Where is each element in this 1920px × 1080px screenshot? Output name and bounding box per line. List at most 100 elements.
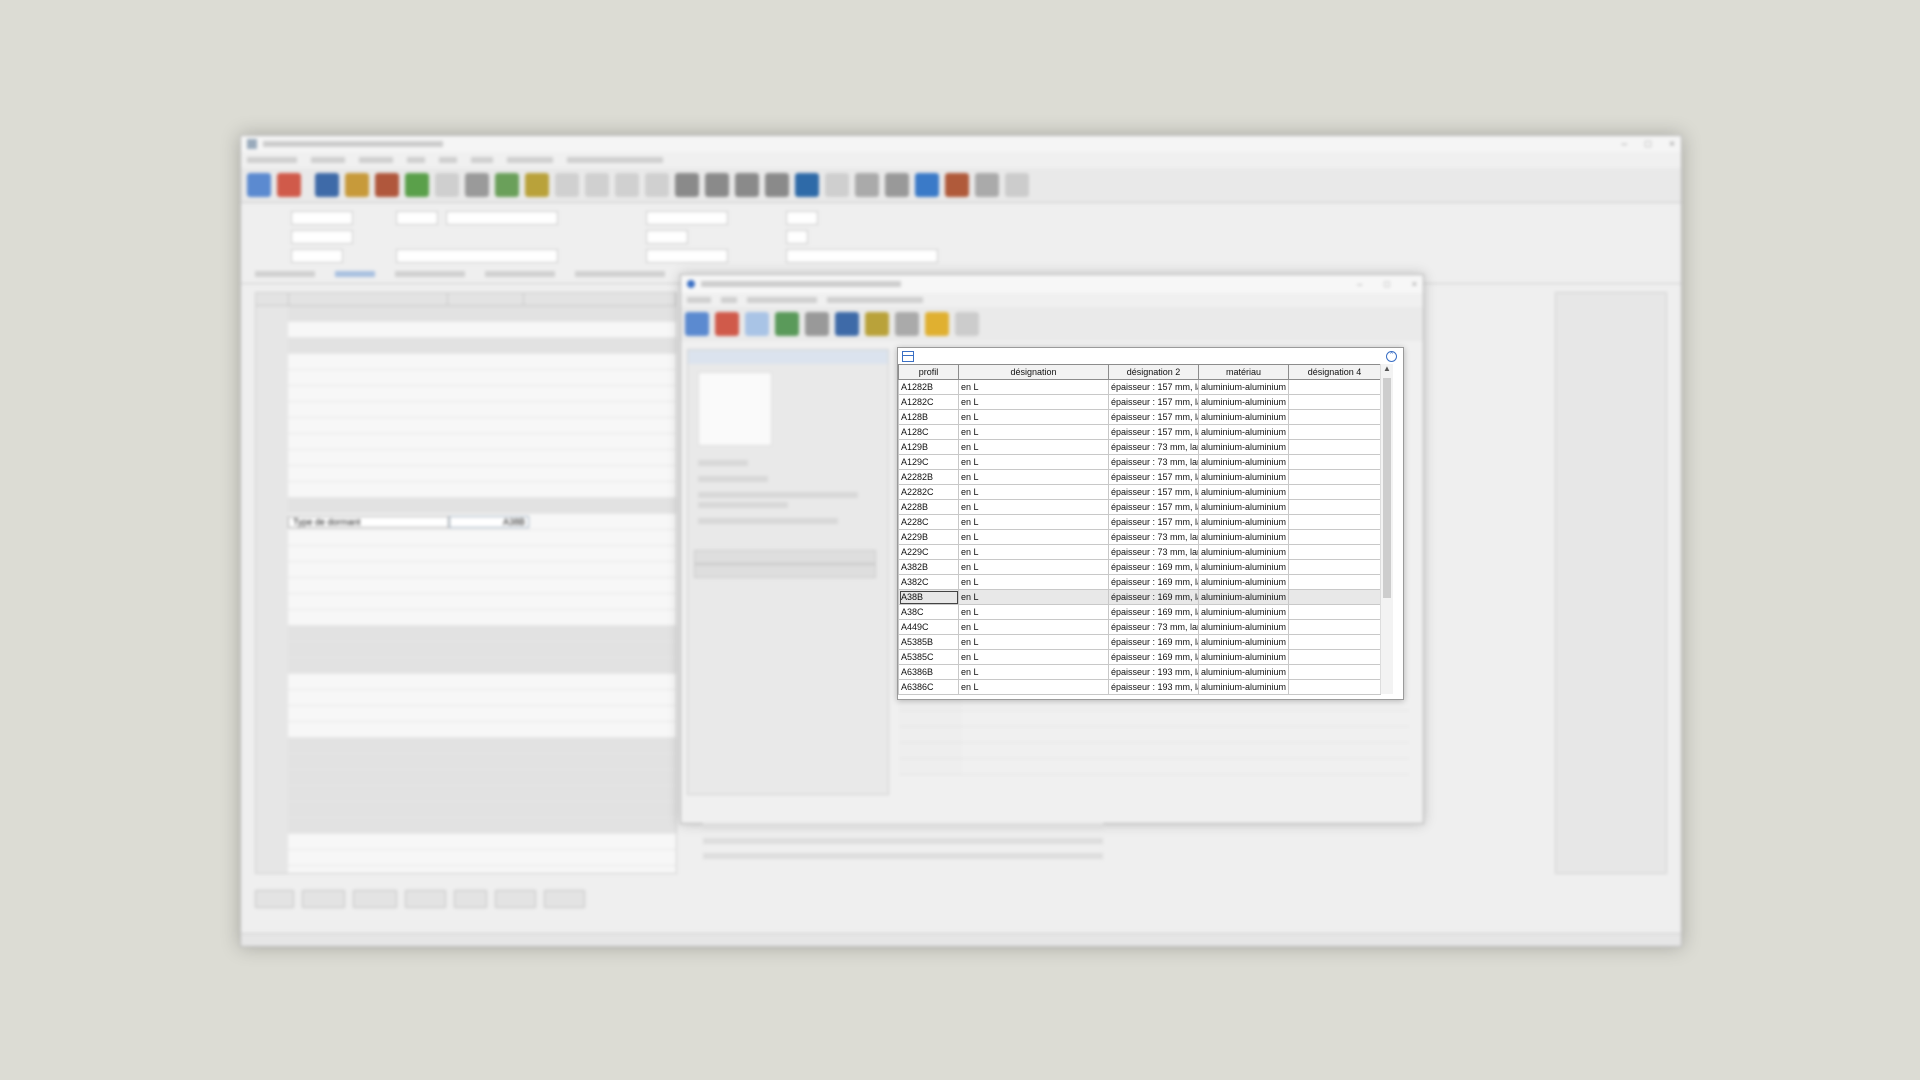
table-cell[interactable]: A1282B [898, 379, 959, 395]
table-cell[interactable] [1288, 634, 1381, 650]
table-cell[interactable]: épaisseur : 157 mm, lar [1108, 469, 1199, 485]
table-cell[interactable]: en L [958, 529, 1109, 545]
table-cell[interactable]: épaisseur : 193 mm, lar [1108, 664, 1199, 680]
table-cell[interactable]: épaisseur : 157 mm, lar [1108, 484, 1199, 500]
table-cell[interactable]: épaisseur : 169 mm, lar [1108, 649, 1199, 665]
table-cell[interactable]: en L [958, 409, 1109, 425]
table-cell[interactable]: aluminium-aluminium [1198, 589, 1289, 605]
table-cell[interactable]: en L [958, 649, 1109, 665]
table-cell[interactable]: épaisseur : 73 mm, larg [1108, 544, 1199, 560]
table-cell[interactable]: A1282C [898, 394, 959, 410]
table-cell[interactable]: en L [958, 589, 1109, 605]
table-cell[interactable] [1288, 574, 1381, 590]
table-cell[interactable]: aluminium-aluminium [1198, 664, 1289, 680]
column-header-designation-4[interactable]: désignation 4 [1288, 364, 1381, 380]
table-cell[interactable]: en L [958, 634, 1109, 650]
table-cell[interactable]: A38C [898, 604, 959, 620]
table-cell[interactable]: en L [958, 454, 1109, 470]
table-cell[interactable]: en L [958, 544, 1109, 560]
table-cell[interactable]: en L [958, 604, 1109, 620]
scroll-up-icon[interactable]: ▲ [1381, 364, 1393, 376]
table-cell[interactable]: aluminium-aluminium [1198, 604, 1289, 620]
table-cell[interactable]: en L [958, 394, 1109, 410]
table-cell[interactable]: en L [958, 379, 1109, 395]
table-cell[interactable]: A229C [898, 544, 959, 560]
table-cell[interactable]: en L [958, 469, 1109, 485]
table-cell[interactable]: aluminium-aluminium [1198, 499, 1289, 515]
table-cell[interactable]: A228B [898, 499, 959, 515]
table-row[interactable]: A128C en Lépaisseur : 157 mm, lar aluminiu… [898, 424, 1381, 440]
table-cell[interactable]: A228C [898, 514, 959, 530]
table-cell[interactable]: aluminium-aluminium [1198, 514, 1289, 530]
table-cell[interactable]: A129B [898, 439, 959, 455]
table-cell[interactable] [1288, 559, 1381, 575]
table-cell[interactable] [1288, 589, 1381, 605]
table-cell[interactable]: A129C [898, 454, 959, 470]
table-cell[interactable]: épaisseur : 157 mm, lar [1108, 394, 1199, 410]
table-row[interactable]: A2282C en Lépaisseur : 157 mm, lar alumini… [898, 484, 1381, 500]
table-cell[interactable]: épaisseur : 73 mm, larg [1108, 454, 1199, 470]
property-value[interactable]: A38B [449, 515, 529, 528]
table-row[interactable]: A6386B en Lépaisseur : 193 mm, lar alumini… [898, 664, 1381, 680]
property-type-de-dormant[interactable]: Type de dormant A38B [256, 514, 676, 530]
table-cell[interactable]: A128C [898, 424, 959, 440]
table-cell[interactable]: épaisseur : 157 mm, lar [1108, 379, 1199, 395]
table-cell[interactable]: épaisseur : 193 mm, lar [1108, 679, 1199, 695]
table-cell[interactable] [1288, 439, 1381, 455]
table-cell[interactable]: en L [958, 559, 1109, 575]
table-row[interactable]: A129B en Lépaisseur : 73 mm, larg aluminiu… [898, 439, 1381, 455]
table-row[interactable]: A1282B en Lépaisseur : 157 mm, lar alumini… [898, 379, 1381, 395]
table-cell[interactable]: en L [958, 424, 1109, 440]
table-cell[interactable]: aluminium-aluminium [1198, 379, 1289, 395]
table-cell[interactable] [1288, 619, 1381, 635]
table-cell[interactable]: épaisseur : 73 mm, larg [1108, 529, 1199, 545]
column-header-designation-2[interactable]: désignation 2 [1108, 364, 1199, 380]
table-row[interactable]: A1282C en Lépaisseur : 157 mm, lar alumini… [898, 394, 1381, 410]
table-cell[interactable]: aluminium-aluminium [1198, 619, 1289, 635]
table-cell[interactable]: A5385C [898, 649, 959, 665]
table-cell[interactable] [1288, 424, 1381, 440]
table-cell[interactable]: en L [958, 619, 1109, 635]
table-cell[interactable]: aluminium-aluminium [1198, 679, 1289, 695]
table-row[interactable]: A38C en Lépaisseur : 169 mm, lar aluminium… [898, 604, 1381, 620]
table-cell[interactable]: épaisseur : 169 mm, lar [1108, 604, 1199, 620]
collapse-up-icon[interactable]: ⌃ [1386, 351, 1397, 362]
table-cell[interactable]: épaisseur : 157 mm, lar [1108, 424, 1199, 440]
table-cell[interactable] [1288, 679, 1381, 695]
table-row[interactable]: A38B en Lépaisseur : 169 mm, lar aluminium… [898, 589, 1381, 605]
table-cell[interactable] [1288, 394, 1381, 410]
table-row[interactable]: A229B en Lépaisseur : 73 mm, larg aluminiu… [898, 529, 1381, 545]
table-row[interactable]: A382B en Lépaisseur : 169 mm, lar aluminiu… [898, 559, 1381, 575]
table-cell[interactable]: aluminium-aluminium [1198, 394, 1289, 410]
table-cell[interactable] [1288, 409, 1381, 425]
table-cell[interactable]: en L [958, 679, 1109, 695]
table-cell[interactable]: aluminium-aluminium [1198, 469, 1289, 485]
table-cell[interactable]: A229B [898, 529, 959, 545]
table-cell[interactable]: aluminium-aluminium [1198, 544, 1289, 560]
table-cell[interactable] [1288, 529, 1381, 545]
vertical-scrollbar[interactable]: ▲ [1380, 364, 1393, 694]
table-cell[interactable] [1288, 469, 1381, 485]
table-cell[interactable]: A128B [898, 409, 959, 425]
table-cell[interactable]: épaisseur : 169 mm, lar [1108, 589, 1199, 605]
table-cell[interactable]: A382C [898, 574, 959, 590]
table-cell[interactable]: épaisseur : 169 mm, lar [1108, 634, 1199, 650]
table-cell[interactable]: épaisseur : 157 mm, lar [1108, 409, 1199, 425]
table-cell[interactable]: épaisseur : 169 mm, lar [1108, 559, 1199, 575]
table-cell[interactable] [1288, 499, 1381, 515]
table-row[interactable]: A382C en Lépaisseur : 169 mm, lar aluminiu… [898, 574, 1381, 590]
column-header-materiau[interactable]: matériau [1198, 364, 1289, 380]
table-row[interactable]: A449C en Lépaisseur : 73 mm, larg aluminiu… [898, 619, 1381, 635]
table-row[interactable]: A128B en Lépaisseur : 157 mm, lar aluminiu… [898, 409, 1381, 425]
table-cell[interactable]: aluminium-aluminium [1198, 439, 1289, 455]
table-cell[interactable]: aluminium-aluminium [1198, 559, 1289, 575]
table-row[interactable]: A5385B en Lépaisseur : 169 mm, lar alumini… [898, 634, 1381, 650]
table-cell[interactable]: épaisseur : 157 mm, lar [1108, 514, 1199, 530]
profile-lookup-popup[interactable]: ⌃ profil désignation désignation 2 matér… [897, 347, 1404, 700]
table-cell[interactable]: aluminium-aluminium [1198, 634, 1289, 650]
table-row[interactable]: A6386C en Lépaisseur : 193 mm, lar alumini… [898, 679, 1381, 695]
table-cell[interactable]: en L [958, 574, 1109, 590]
table-cell[interactable]: A5385B [898, 634, 959, 650]
table-row[interactable]: A229C en Lépaisseur : 73 mm, larg aluminiu… [898, 544, 1381, 560]
column-header-profil[interactable]: profil [898, 364, 959, 380]
